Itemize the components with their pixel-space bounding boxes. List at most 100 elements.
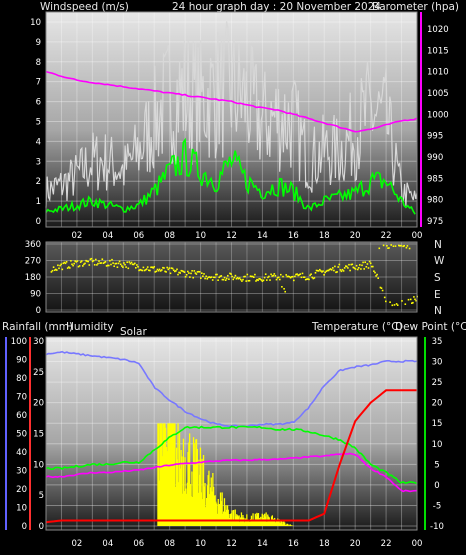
direction-point (238, 277, 241, 279)
direction-point (56, 269, 58, 271)
x-tick-label: 08 (164, 539, 175, 549)
direction-point (280, 273, 282, 276)
barometer-tick-label: 1000 (427, 110, 449, 120)
direction-point (234, 274, 237, 277)
barometer-tick-label: 1010 (427, 68, 449, 78)
temperature-tick-label: 0 (434, 481, 439, 491)
direction-point (407, 298, 410, 301)
direction-point (87, 260, 89, 263)
wind-barometer-panel: 0123456789109759809859909951000100510101… (30, 11, 449, 241)
direction-point (65, 261, 68, 263)
direction-point (217, 279, 219, 281)
direction-point (224, 279, 227, 281)
direction-point (380, 287, 383, 289)
x-tick-label: 08 (164, 231, 175, 241)
humidity-tick-label: 10 (16, 504, 27, 514)
direction-point (57, 264, 59, 267)
direction-point (356, 268, 359, 271)
direction-point (95, 258, 97, 261)
direction-point (98, 260, 100, 262)
direction-point (403, 245, 405, 247)
direction-tick-label: 270 (25, 257, 41, 267)
direction-point (279, 278, 281, 281)
direction-point (52, 266, 55, 268)
direction-point (222, 278, 225, 281)
direction-point (187, 270, 189, 273)
direction-point (413, 296, 415, 298)
humidity-tick-label: 20 (16, 485, 27, 495)
windspeed-tick-label: 4 (36, 137, 41, 147)
direction-point (369, 262, 372, 265)
direction-point (92, 259, 95, 262)
direction-point (189, 276, 191, 278)
direction-point (263, 276, 266, 279)
direction-point (93, 264, 96, 266)
direction-point (351, 263, 354, 266)
direction-point (262, 279, 265, 282)
direction-point (225, 277, 228, 280)
direction-point (357, 267, 360, 269)
direction-point (142, 266, 145, 269)
x-tick-label: 10 (195, 231, 206, 241)
direction-point (266, 279, 268, 281)
direction-point (216, 273, 218, 276)
direction-point (248, 279, 251, 282)
direction-point (275, 278, 278, 281)
direction-point (163, 267, 165, 269)
x-tick-label: 14 (257, 231, 268, 241)
direction-point (332, 267, 334, 269)
x-tick-label: 22 (381, 231, 392, 241)
direction-point (349, 269, 351, 272)
direction-point (116, 266, 119, 268)
direction-point (270, 273, 272, 276)
direction-point (125, 266, 127, 268)
temperature-tick-label: 30 (432, 358, 443, 368)
windspeed-tick-label: 0 (36, 217, 41, 227)
x-tick-label: 12 (226, 231, 237, 241)
direction-point (122, 266, 124, 268)
direction-point (347, 267, 349, 269)
rain-tick-label: 10 (33, 460, 44, 470)
direction-point (184, 276, 187, 278)
x-tick-label: 04 (102, 539, 113, 549)
direction-point (223, 276, 226, 279)
direction-point (204, 277, 206, 280)
temperature-tick-label: 10 (432, 440, 443, 450)
direction-point (333, 269, 335, 272)
humidity-tick-label: 70 (16, 393, 27, 403)
direction-point (362, 261, 364, 264)
direction-point (231, 275, 233, 278)
direction-point (210, 276, 213, 278)
direction-point (354, 268, 357, 270)
direction-point (246, 273, 249, 276)
direction-point (299, 273, 302, 275)
direction-point (134, 262, 136, 265)
x-tick-label: 16 (288, 231, 299, 241)
humidity-tick-label: 100 (11, 337, 27, 347)
direction-point (391, 304, 394, 307)
direction-point (220, 275, 223, 277)
temperature-tick-label: 20 (432, 399, 443, 409)
direction-point (372, 265, 374, 268)
direction-point (414, 298, 416, 301)
direction-point (272, 274, 275, 277)
x-tick-label: 06 (133, 231, 144, 241)
direction-point (88, 264, 91, 266)
direction-point (185, 274, 188, 276)
weather-charts: 0123456789109759809859909951000100510101… (5, 11, 449, 549)
humidity-tick-label: 40 (16, 448, 27, 458)
humidity-tick-label: 60 (16, 411, 27, 421)
direction-point (242, 278, 244, 281)
direction-point (203, 273, 205, 275)
temperature-tick-label: 25 (432, 378, 443, 388)
direction-point (268, 275, 270, 278)
direction-point (82, 265, 84, 267)
x-tick-label: 16 (288, 539, 299, 549)
direction-point (233, 276, 236, 279)
direction-point (336, 271, 338, 273)
direction-point (394, 245, 397, 247)
direction-point (191, 270, 193, 272)
direction-point (314, 272, 317, 274)
direction-point (176, 268, 178, 271)
direction-point (58, 267, 60, 270)
